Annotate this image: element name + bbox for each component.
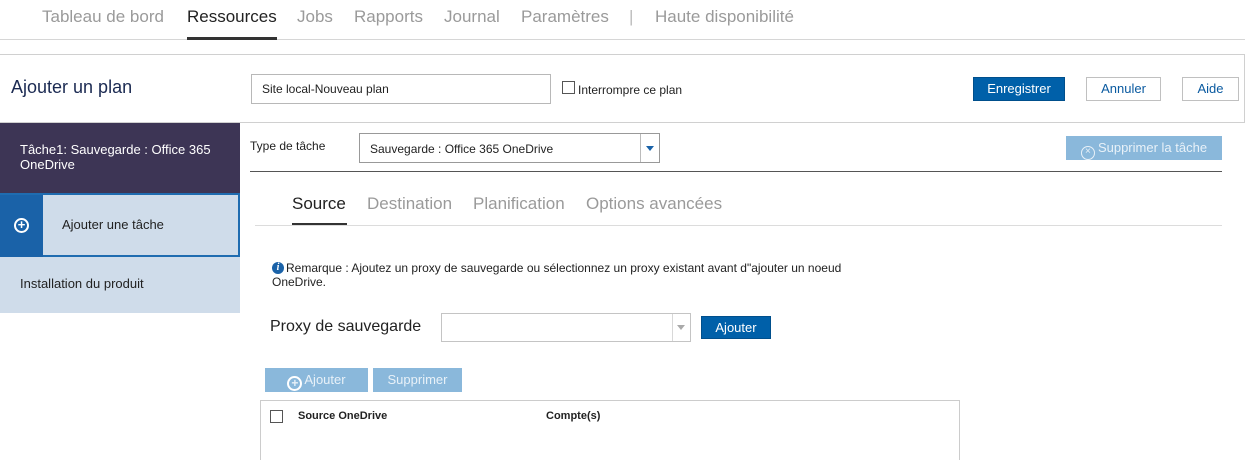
pause-plan-label: Interrompre ce plan — [578, 83, 683, 97]
close-circle-icon: × — [1080, 146, 1095, 160]
proxy-label: Proxy de sauvegarde — [270, 318, 422, 335]
task-type-value: Sauvegarde : Office 365 OneDrive — [370, 142, 554, 156]
page-title: Ajouter un plan — [11, 77, 133, 97]
tab-planification[interactable]: Planification — [473, 194, 565, 214]
nav-separator: | — [629, 7, 634, 26]
install-label: Installation du produit — [20, 276, 144, 291]
nav-parametres[interactable]: Paramètres — [521, 7, 609, 27]
add-proxy-button[interactable]: Ajouter — [701, 316, 771, 339]
tab-destination[interactable]: Destination — [367, 194, 452, 214]
chevron-down-icon[interactable] — [672, 314, 690, 341]
tab-options-avancees[interactable]: Options avancées — [586, 194, 722, 214]
save-button[interactable]: Enregistrer — [973, 77, 1065, 101]
nav-journal[interactable]: Journal — [444, 7, 500, 27]
chevron-down-icon[interactable] — [640, 134, 659, 162]
plus-circle-icon: + — [14, 218, 29, 233]
nav-haute-disponibilite[interactable]: Haute disponibilité — [655, 7, 794, 27]
sidebar-item-install[interactable]: Installation du produit — [0, 257, 240, 313]
note-line1: Remarque : Ajoutez un proxy de sauvegard… — [286, 261, 842, 275]
column-header-source: Source OneDrive — [298, 410, 388, 422]
plan-name-input[interactable]: Site local-Nouveau plan — [251, 74, 551, 104]
task-type-label: Type de tâche — [250, 139, 326, 153]
nav-rapports[interactable]: Rapports — [354, 7, 423, 27]
sidebar-item-task1[interactable]: Tâche1: Sauvegarde : Office 365 OneDrive — [0, 123, 240, 193]
info-icon: i — [272, 262, 284, 274]
nav-jobs[interactable]: Jobs — [297, 7, 333, 27]
divider — [250, 171, 1222, 172]
help-button[interactable]: Aide — [1182, 77, 1239, 101]
nav-tableau-de-bord[interactable]: Tableau de bord — [42, 7, 164, 27]
source-table: Source OneDrive Compte(s) — [260, 400, 960, 460]
column-header-accounts: Compte(s) — [546, 410, 601, 422]
tab-source[interactable]: Source — [292, 194, 346, 214]
nav-ressources[interactable]: Ressources — [187, 7, 277, 27]
remove-source-button: Supprimer — [373, 368, 462, 392]
tabs-divider — [255, 225, 1222, 226]
add-task-icon-box: + — [0, 195, 43, 257]
proxy-select[interactable] — [441, 313, 691, 342]
delete-task-button: × Supprimer la tâche — [1066, 136, 1222, 160]
plan-header: Ajouter un plan Site local-Nouveau plan … — [0, 54, 1245, 123]
sidebar-item-add-task[interactable]: + Ajouter une tâche — [0, 193, 240, 257]
select-all-checkbox[interactable] — [270, 410, 283, 423]
top-navigation: Tableau de bord Ressources Jobs Rapports… — [0, 0, 1245, 40]
add-source-button: + Ajouter — [265, 368, 368, 392]
cancel-button[interactable]: Annuler — [1086, 77, 1161, 101]
task-type-select[interactable]: Sauvegarde : Office 365 OneDrive — [359, 133, 660, 163]
sidebar-task-label: Tâche1: Sauvegarde : Office 365 OneDrive — [20, 142, 211, 172]
delete-task-label: Supprimer la tâche — [1097, 140, 1208, 155]
pause-plan-checkbox[interactable] — [562, 81, 575, 94]
tab-active-indicator — [292, 223, 347, 225]
add-source-label: Ajouter — [304, 372, 346, 387]
note-line2: OneDrive. — [272, 275, 327, 289]
plus-circle-icon: + — [287, 376, 303, 391]
nav-active-indicator — [187, 37, 277, 40]
add-task-label: Ajouter une tâche — [62, 217, 164, 232]
